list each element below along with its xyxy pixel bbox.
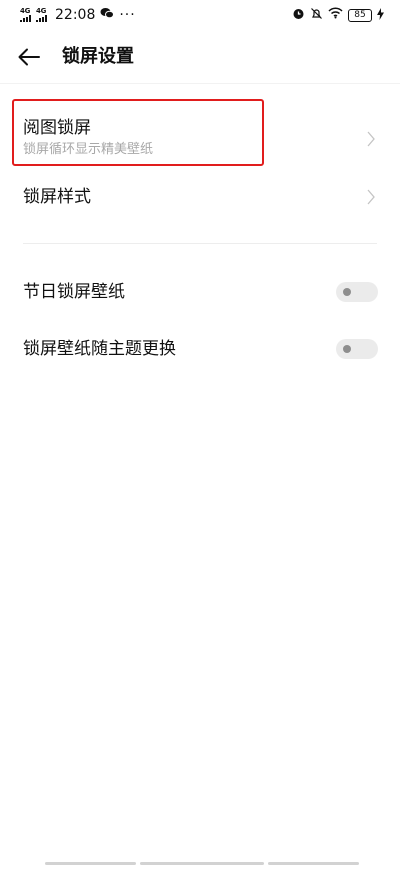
nav-segment-home xyxy=(140,862,264,865)
toggle-knob xyxy=(343,345,351,353)
chevron-right-icon xyxy=(367,189,375,205)
nav-segment-left xyxy=(45,862,136,865)
sim2-network-label: 4G xyxy=(36,7,47,15)
follow-theme-toggle[interactable] xyxy=(336,339,378,359)
sim1-network-label: 4G xyxy=(20,7,31,15)
status-left: 4G 4G 22:08 ··· xyxy=(20,7,136,23)
item-subtitle: 锁屏循环显示精美壁纸 xyxy=(23,142,154,157)
status-right: 85 xyxy=(292,7,384,24)
toggle-knob xyxy=(343,288,351,296)
status-time: 22:08 xyxy=(55,7,96,23)
item-title: 阅图锁屏 xyxy=(23,118,91,138)
item-title: 锁屏样式 xyxy=(23,187,91,207)
mute-icon xyxy=(310,7,323,24)
battery-icon: 85 xyxy=(348,8,372,22)
back-arrow-icon xyxy=(18,48,40,66)
settings-item-lock-gallery[interactable]: 阅图锁屏 锁屏循环显示精美壁纸 xyxy=(0,117,400,167)
status-bar: 4G 4G 22:08 ··· 85 xyxy=(0,0,400,30)
sim1-signal-icon: 4G xyxy=(20,8,31,22)
wechat-icon xyxy=(100,7,115,23)
page-title: 锁屏设置 xyxy=(62,46,134,67)
back-button[interactable] xyxy=(12,40,46,74)
nav-segment-right xyxy=(268,862,359,865)
alarm-icon xyxy=(292,7,305,24)
chevron-right-icon xyxy=(367,131,375,147)
holiday-wallpaper-toggle[interactable] xyxy=(336,282,378,302)
section-divider xyxy=(23,243,377,244)
wifi-icon xyxy=(328,7,343,23)
app-header: 锁屏设置 xyxy=(0,30,400,84)
settings-item-wallpaper-follow-theme: 锁屏壁纸随主题更换 xyxy=(0,338,400,362)
charging-icon xyxy=(377,7,384,23)
settings-item-holiday-wallpaper: 节日锁屏壁纸 xyxy=(0,281,400,305)
sim2-signal-icon: 4G xyxy=(36,8,47,22)
settings-item-lock-style[interactable]: 锁屏样式 xyxy=(0,186,400,210)
header-divider xyxy=(0,83,400,84)
gesture-navigation-bar[interactable] xyxy=(45,862,359,865)
more-notifications-icon: ··· xyxy=(119,7,136,23)
